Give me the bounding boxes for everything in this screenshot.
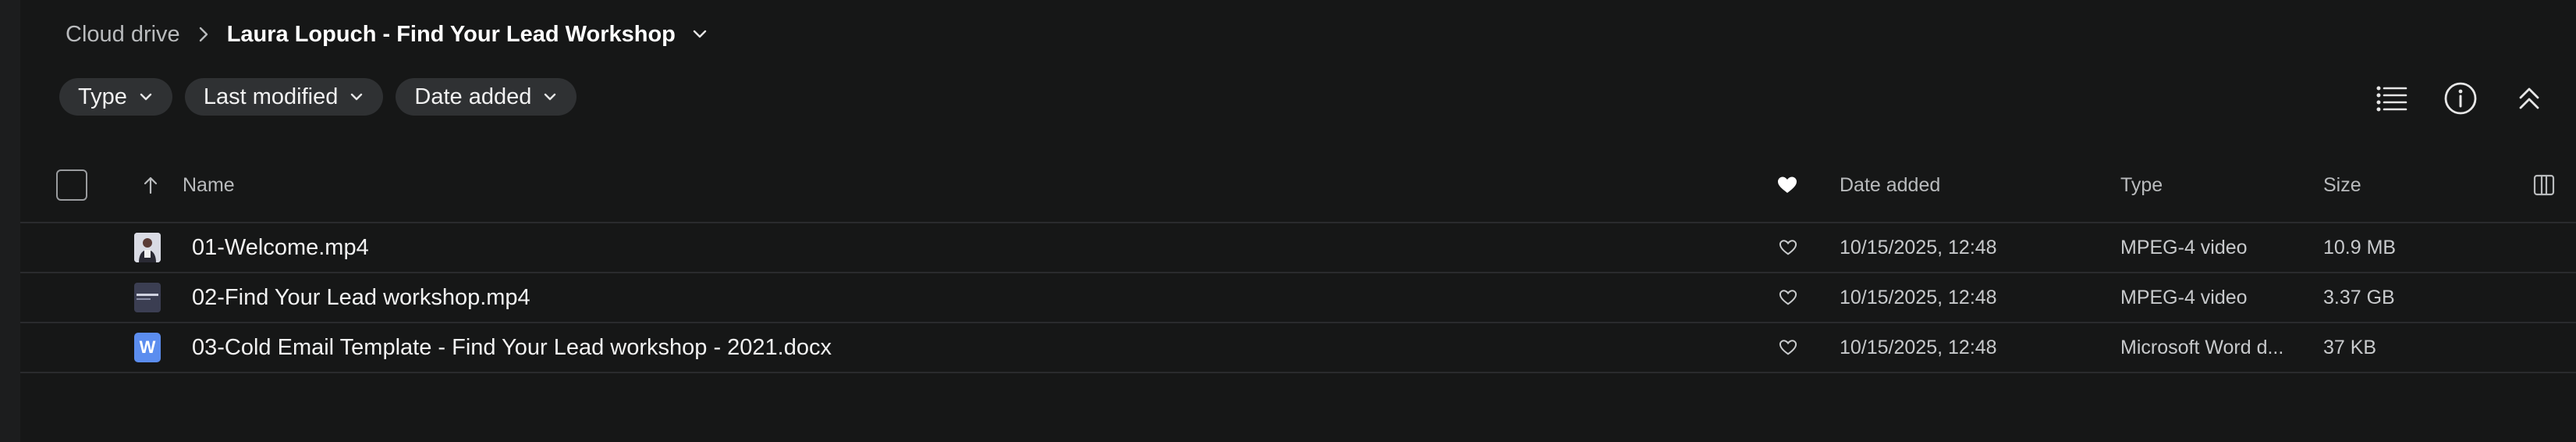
view-toolbar [2372,78,2549,119]
size-cell: 10.9 MB [2323,236,2397,258]
file-name[interactable]: 02-Find Your Lead workshop.mp4 [192,273,530,322]
checkbox-box [56,169,87,201]
filter-type-label: Type [78,84,127,109]
filter-last-modified-label: Last modified [203,84,339,109]
filter-bar: Type Last modified Date added [59,78,577,116]
select-all-checkbox[interactable] [56,148,87,222]
date-added-cell: 10/15/2025, 12:48 [1840,336,1997,358]
table-row[interactable]: 02-Find Your Lead workshop.mp4 10/15/202… [20,273,2576,323]
date-added-cell: 10/15/2025, 12:48 [1840,236,1997,258]
left-rail [0,0,20,442]
chevron-down-icon[interactable] [691,28,708,41]
filter-date-added-button[interactable]: Date added [396,78,577,116]
filter-last-modified-button[interactable]: Last modified [184,78,384,116]
chevron-down-icon [138,91,154,102]
table-row[interactable]: W 03-Cold Email Template - Find Your Lea… [20,323,2576,373]
word-doc-icon: W [134,323,161,372]
file-name[interactable]: 03-Cold Email Template - Find Your Lead … [192,323,832,372]
chevron-down-icon [542,91,558,102]
favorite-column-heart-icon[interactable] [1777,148,1797,222]
file-name[interactable]: 01-Welcome.mp4 [192,223,369,272]
breadcrumb-current-folder[interactable]: Laura Lopuch - Find Your Lead Workshop [227,22,676,48]
column-header-size[interactable]: Size [2323,148,2361,222]
video-thumbnail [134,223,161,272]
type-cell: MPEG-4 video [2120,286,2248,308]
column-header-date-added[interactable]: Date added [1840,148,1940,222]
size-cell: 37 KB [2323,336,2377,358]
heart-outline-icon[interactable] [1779,273,1797,322]
chevron-down-icon [349,91,364,102]
collapse-icon[interactable] [2509,78,2549,119]
size-cell: 3.37 GB [2323,286,2395,308]
info-icon[interactable] [2440,78,2481,119]
chevron-right-icon [197,26,210,43]
type-cell: MPEG-4 video [2120,236,2248,258]
table-header: Name Date added Type Size [20,148,2576,223]
column-header-name[interactable]: Name [183,148,235,222]
filter-type-button[interactable]: Type [59,78,172,116]
video-thumbnail [134,273,161,322]
table-row[interactable]: 01-Welcome.mp4 10/15/2025, 12:48 MPEG-4 … [20,223,2576,273]
word-doc-letter: W [139,337,156,357]
breadcrumb-root-link[interactable]: Cloud drive [66,22,180,48]
heart-outline-icon[interactable] [1779,223,1797,272]
heart-outline-icon[interactable] [1779,323,1797,372]
type-cell: Microsoft Word d... [2120,336,2284,358]
list-view-icon[interactable] [2372,78,2412,119]
date-added-cell: 10/15/2025, 12:48 [1840,286,1997,308]
filter-date-added-label: Date added [414,84,532,109]
sort-ascending-icon[interactable] [142,148,159,222]
column-header-type[interactable]: Type [2120,148,2163,222]
columns-settings-icon[interactable] [2532,148,2556,222]
file-table: Name Date added Type Size 01-Welcome.mp4… [20,148,2576,373]
breadcrumb: Cloud drive Laura Lopuch - Find Your Lea… [66,17,708,52]
